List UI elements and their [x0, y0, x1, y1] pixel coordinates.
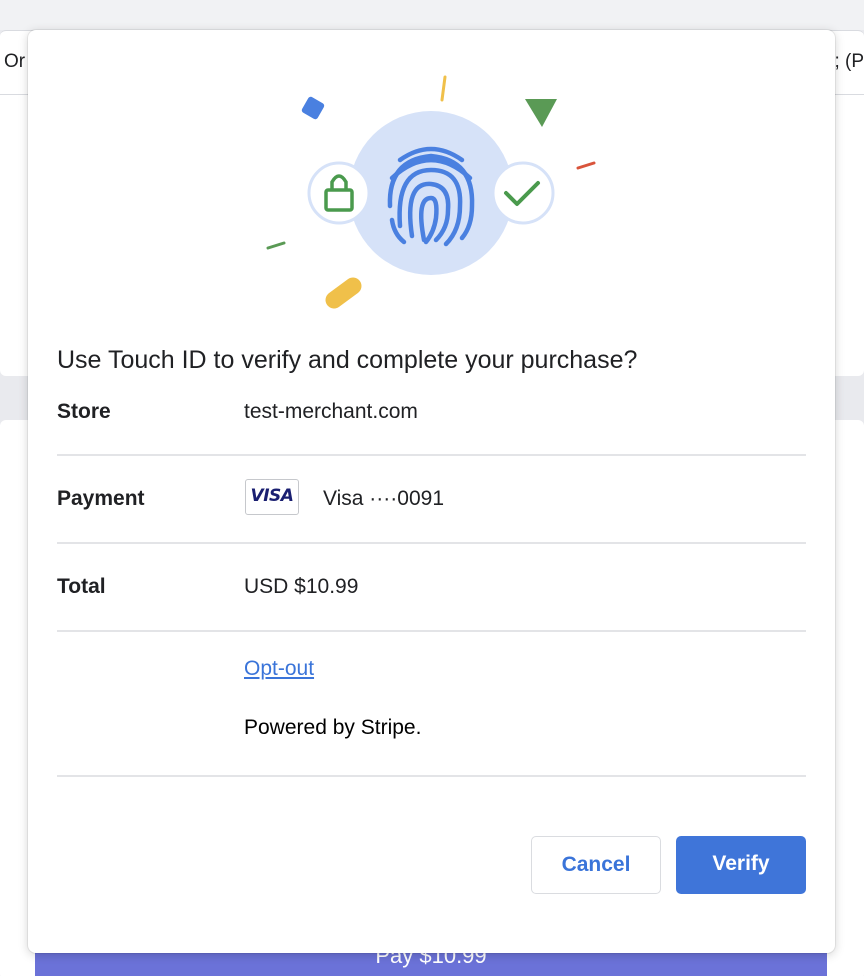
confetti-red-line	[576, 161, 596, 170]
confetti-yellow-pill	[325, 277, 362, 309]
touch-id-dialog: Use Touch ID to verify and complete your…	[28, 30, 835, 953]
check-badge	[491, 161, 555, 225]
confetti-blue-square	[301, 96, 325, 120]
confetti-green-line	[266, 241, 286, 250]
dialog-title: Use Touch ID to verify and complete your…	[57, 346, 638, 374]
background-tab-right: ; (P	[834, 51, 864, 72]
lock-badge	[307, 161, 371, 225]
opt-out-link[interactable]: Opt-out	[244, 657, 314, 681]
confetti-yellow-line	[440, 75, 447, 102]
cancel-button[interactable]: Cancel	[531, 836, 661, 894]
background-tab-left: Or	[4, 51, 26, 72]
confetti-green-triangle	[525, 99, 557, 127]
touch-id-illustration	[266, 75, 596, 309]
verify-button[interactable]: Verify	[676, 836, 806, 894]
fingerprint-circle	[349, 111, 513, 275]
background-top-bar	[0, 0, 864, 30]
